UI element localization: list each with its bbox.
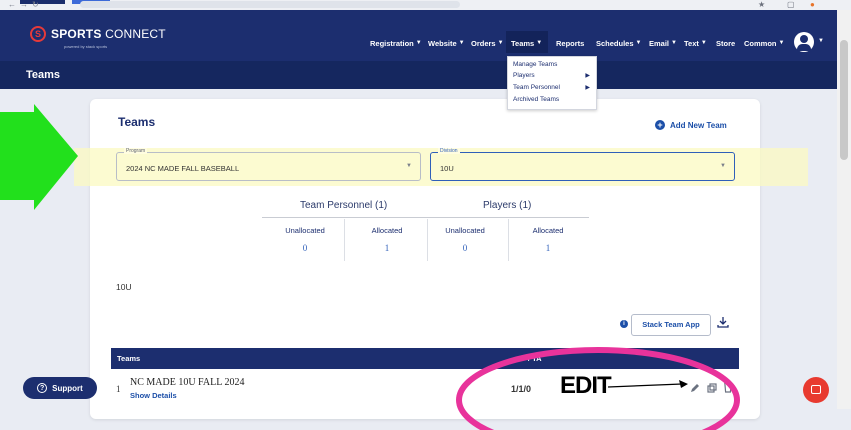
chevron-down-icon: ▼ <box>497 40 504 46</box>
logo-text-bold: SPORTS <box>51 27 102 41</box>
green-arrow-annotation <box>0 104 78 210</box>
program-value: 2024 NC MADE FALL BASEBALL <box>126 164 240 173</box>
page-scrollbar[interactable] <box>837 10 851 409</box>
players-allocated-label: Allocated <box>532 226 564 235</box>
players-unallocated-count[interactable]: 0 <box>430 243 500 253</box>
stats-column-divider <box>344 219 345 261</box>
division-legend: Division <box>438 148 460 154</box>
chevron-down-icon[interactable]: ▼ <box>818 38 824 44</box>
chevron-right-icon: ▶ <box>585 73 590 79</box>
chevron-down-icon: ▼ <box>406 163 412 169</box>
page-header-title: Teams <box>26 69 61 81</box>
team-personnel-heading: Team Personnel (1) <box>300 200 388 211</box>
chevron-down-icon: ▼ <box>700 40 707 46</box>
personnel-unallocated-label: Unallocated <box>285 226 325 235</box>
stats-column-divider <box>508 219 509 261</box>
nav-item-reports[interactable]: Reports <box>556 36 586 50</box>
nav-item-email[interactable]: Email ▼ <box>649 36 677 50</box>
browser-window-icon[interactable]: ▢ <box>787 0 795 9</box>
chat-icon[interactable] <box>803 377 829 403</box>
nav-item-registration[interactable]: Registration ▼ <box>370 36 422 50</box>
address-bar[interactable] <box>80 1 460 8</box>
plus-icon: + <box>655 120 665 130</box>
menu-item-players[interactable]: Players <box>513 72 535 79</box>
chevron-down-icon: ▼ <box>536 40 543 46</box>
personnel-allocated-count[interactable]: 1 <box>352 243 422 253</box>
nav-item-text[interactable]: Text ▼ <box>684 36 707 50</box>
page-header-bar: Teams <box>0 61 837 89</box>
chevron-down-icon: ▼ <box>720 163 726 169</box>
players-unallocated-label: Unallocated <box>445 226 485 235</box>
info-icon[interactable]: i <box>620 320 628 328</box>
stack-team-app-button[interactable]: Stack Team App <box>631 314 711 336</box>
sports-connect-logo[interactable]: S SPORTS CONNECT <box>30 26 166 42</box>
chevron-right-icon: ▶ <box>585 85 590 91</box>
show-details-link[interactable]: Show Details <box>130 391 177 400</box>
chevron-down-icon: ▼ <box>778 40 785 46</box>
chevron-down-icon: ▼ <box>635 40 642 46</box>
pink-circle-annotation <box>456 347 740 430</box>
nav-item-schedules[interactable]: Schedules ▼ <box>596 36 641 50</box>
division-value: 10U <box>440 164 454 173</box>
division-heading: 10U <box>116 282 132 292</box>
personnel-allocated-label: Allocated <box>371 226 403 235</box>
menu-item-manage-teams[interactable]: Manage Teams <box>513 61 557 68</box>
nav-item-store[interactable]: Store <box>716 36 737 50</box>
logo-text-light: CONNECT <box>105 27 166 41</box>
help-icon: ? <box>37 383 48 393</box>
profile-icon[interactable]: ● <box>810 0 815 9</box>
players-heading: Players (1) <box>483 200 532 211</box>
extension-icon[interactable]: ★ <box>758 0 765 9</box>
nav-item-teams[interactable]: Teams ▼ <box>511 36 542 50</box>
chevron-down-icon: ▼ <box>415 40 422 46</box>
add-new-team-button[interactable]: + Add New Team <box>655 120 727 130</box>
stats-column-divider <box>427 219 428 261</box>
support-button[interactable]: ? Support <box>23 377 97 399</box>
nav-item-common[interactable]: Common ▼ <box>744 36 784 50</box>
personnel-unallocated-count[interactable]: 0 <box>270 243 340 253</box>
scrollbar-thumb[interactable] <box>840 40 848 160</box>
chevron-down-icon: ▼ <box>671 40 677 46</box>
menu-item-archived-teams[interactable]: Archived Teams <box>513 96 559 103</box>
program-select[interactable]: Program 2024 NC MADE FALL BASEBALL ▼ <box>116 148 421 181</box>
division-select[interactable]: Division 10U ▼ <box>430 148 735 181</box>
table-row-index: 1 <box>116 384 121 394</box>
players-allocated-count[interactable]: 1 <box>513 243 583 253</box>
browser-nav-icons[interactable]: ←→↻ <box>8 0 43 9</box>
nav-item-orders[interactable]: Orders ▼ <box>471 36 504 50</box>
teams-dropdown-menu: Manage Teams Players ▶ Team Personnel ▶ … <box>507 56 597 110</box>
card-title: Teams <box>118 115 156 129</box>
column-header-teams[interactable]: Teams <box>117 354 140 363</box>
chevron-down-icon: ▼ <box>458 40 465 46</box>
stats-divider <box>262 217 589 218</box>
table-row-team-name: NC MADE 10U FALL 2024 <box>130 377 245 388</box>
download-icon[interactable] <box>717 316 729 328</box>
menu-item-team-personnel[interactable]: Team Personnel <box>513 84 560 91</box>
program-legend: Program <box>124 148 148 154</box>
nav-item-website[interactable]: Website ▼ <box>428 36 465 50</box>
sports-connect-logo-icon: S <box>30 26 46 42</box>
logo-subtitle: powered by stack sports <box>64 44 108 49</box>
user-avatar-icon[interactable] <box>794 32 814 52</box>
